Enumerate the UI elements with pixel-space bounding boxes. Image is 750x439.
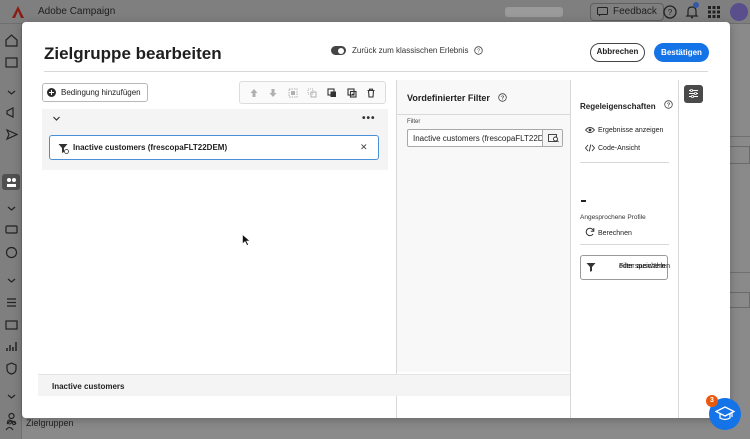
select-filter-line2: oder speichern — [619, 263, 666, 270]
home-icon[interactable] — [5, 34, 18, 47]
calculate-link[interactable]: Berechnen — [585, 227, 632, 237]
group-icon[interactable] — [307, 88, 317, 98]
chat-icon[interactable] — [5, 224, 18, 237]
app-title: Adobe Campaign — [38, 6, 116, 17]
targeted-profiles-value — [581, 200, 586, 202]
svg-text:?: ? — [668, 8, 673, 17]
avatar[interactable] — [730, 3, 748, 21]
help-icon[interactable]: ? — [664, 100, 673, 109]
duplicate-icon[interactable] — [327, 87, 337, 98]
condition-card[interactable]: Inactive customers (frescopaFLT22DEM) ✕ — [49, 135, 379, 160]
help-icon[interactable]: ? — [662, 4, 678, 20]
chevron-down-icon[interactable] — [5, 86, 18, 99]
left-navigation — [0, 24, 22, 439]
filter-icon — [58, 144, 69, 154]
settings-sliders-icon — [689, 88, 698, 99]
dialog-title: Zielgruppe bearbeiten — [44, 44, 222, 63]
close-icon[interactable]: ✕ — [360, 142, 368, 153]
audiences-nav-icon[interactable] — [5, 418, 18, 431]
folder-icon[interactable] — [5, 318, 18, 331]
dollar-icon[interactable] — [5, 246, 18, 259]
add-condition-button[interactable]: Bedingung hinzufügen — [42, 83, 148, 102]
chevron-down-icon[interactable] — [5, 274, 18, 287]
confirm-button[interactable]: Bestätigen — [654, 43, 709, 62]
learn-badge: 3 — [706, 395, 718, 407]
query-summary-bar: Inactive customers — [38, 374, 570, 396]
filter-icon — [586, 263, 596, 272]
select-or-save-filter-button[interactable]: Filter auswählen oder speichern — [580, 255, 670, 280]
folder-search-icon — [548, 134, 559, 143]
feedback-button[interactable]: Feedback — [590, 3, 664, 21]
condition-label: Inactive customers (frescopaFLT22DEM) — [73, 143, 228, 152]
chevron-down-icon[interactable] — [5, 390, 18, 403]
rule-properties-panel: Regeleigenschaften ? Ergebnisse anzeigen… — [571, 80, 678, 372]
apps-grid-icon[interactable] — [706, 4, 722, 20]
filter-field-value: Inactive customers (frescopaFLT22DEM) — [413, 134, 543, 143]
condition-group: ••• Inactive customers (frescopaFLT22DEM… — [42, 109, 388, 170]
add-icon — [47, 88, 56, 97]
toggle-label: Zurück zum klassischen Erlebnis — [352, 46, 469, 55]
rule-toolbar — [239, 81, 386, 104]
send-icon[interactable] — [5, 128, 18, 141]
rule-properties-title: Regeleigenschaften ? — [580, 100, 673, 111]
feedback-icon — [597, 7, 608, 17]
help-icon[interactable]: ? — [498, 93, 508, 102]
copy-icon[interactable] — [347, 87, 357, 98]
eye-icon — [584, 127, 596, 133]
shield-icon[interactable] — [5, 362, 18, 375]
header-divider — [44, 71, 708, 72]
svg-text:?: ? — [477, 49, 480, 55]
feedback-label: Feedback — [613, 6, 657, 17]
mouse-cursor-icon — [242, 234, 251, 246]
pane-divider — [678, 80, 679, 418]
add-condition-label: Bedingung hinzufügen — [61, 88, 141, 97]
refresh-icon — [585, 227, 595, 237]
code-view-label: Code-Ansicht — [598, 145, 641, 152]
section-divider — [397, 114, 570, 115]
show-results-label: Ergebnisse anzeigen — [598, 127, 664, 134]
select-all-icon[interactable] — [288, 88, 298, 98]
app-header: Adobe Campaign Feedback ? — [0, 0, 750, 24]
select-filter-label: Filter auswählen oder speichern — [600, 259, 670, 270]
nav-label-audiences[interactable]: Zielgruppen — [26, 418, 74, 428]
rule-properties-heading: Regeleigenschaften — [580, 102, 656, 111]
filter-field[interactable]: Inactive customers (frescopaFLT22DEM) — [407, 129, 563, 147]
section-divider — [580, 244, 669, 245]
chevron-down-icon[interactable] — [52, 114, 61, 123]
predefined-filter-panel: Vordefinierter Filter ? Filter Inactive … — [397, 80, 570, 372]
list-icon[interactable] — [5, 296, 18, 309]
section-divider — [580, 162, 669, 163]
org-switcher[interactable] — [505, 7, 563, 17]
notification-badge — [693, 2, 699, 8]
filter-picker-button[interactable] — [542, 130, 562, 146]
settings-panel-button[interactable] — [684, 85, 703, 103]
code-icon — [584, 144, 596, 152]
adobe-logo-icon — [12, 6, 24, 18]
classic-experience-toggle[interactable]: Zurück zum klassischen Erlebnis ? — [331, 46, 484, 55]
more-icon[interactable]: ••• — [362, 113, 376, 124]
trash-icon[interactable] — [366, 88, 376, 98]
explorer-icon[interactable] — [5, 56, 18, 69]
help-icon[interactable]: ? — [474, 46, 484, 55]
filter-field-label: Filter — [407, 119, 421, 125]
megaphone-icon[interactable] — [5, 106, 18, 119]
toggle-switch[interactable] — [331, 46, 346, 55]
predefined-filter-title: Vordefinierter Filter ? — [407, 93, 508, 103]
learn-cap-icon — [715, 406, 735, 421]
query-canvas: Bedingung hinzufügen ••• Inactive custom… — [38, 80, 396, 418]
predefined-filter-heading: Vordefinierter Filter — [407, 93, 490, 103]
chart-icon[interactable] — [5, 340, 18, 353]
arrow-down-icon[interactable] — [268, 88, 278, 98]
query-summary-label: Inactive customers — [52, 382, 125, 391]
chevron-down-icon[interactable] — [5, 202, 18, 215]
targeted-profiles-label: Angesprochene Profile — [580, 214, 646, 221]
edit-audience-dialog: Zielgruppe bearbeiten Zurück zum klassis… — [22, 22, 730, 418]
calculate-label: Berechnen — [598, 230, 632, 237]
show-results-link[interactable]: Ergebnisse anzeigen — [584, 126, 664, 134]
code-view-link[interactable]: Code-Ansicht — [584, 144, 641, 152]
cancel-button[interactable]: Abbrechen — [590, 43, 645, 62]
arrow-up-icon[interactable] — [249, 88, 259, 98]
